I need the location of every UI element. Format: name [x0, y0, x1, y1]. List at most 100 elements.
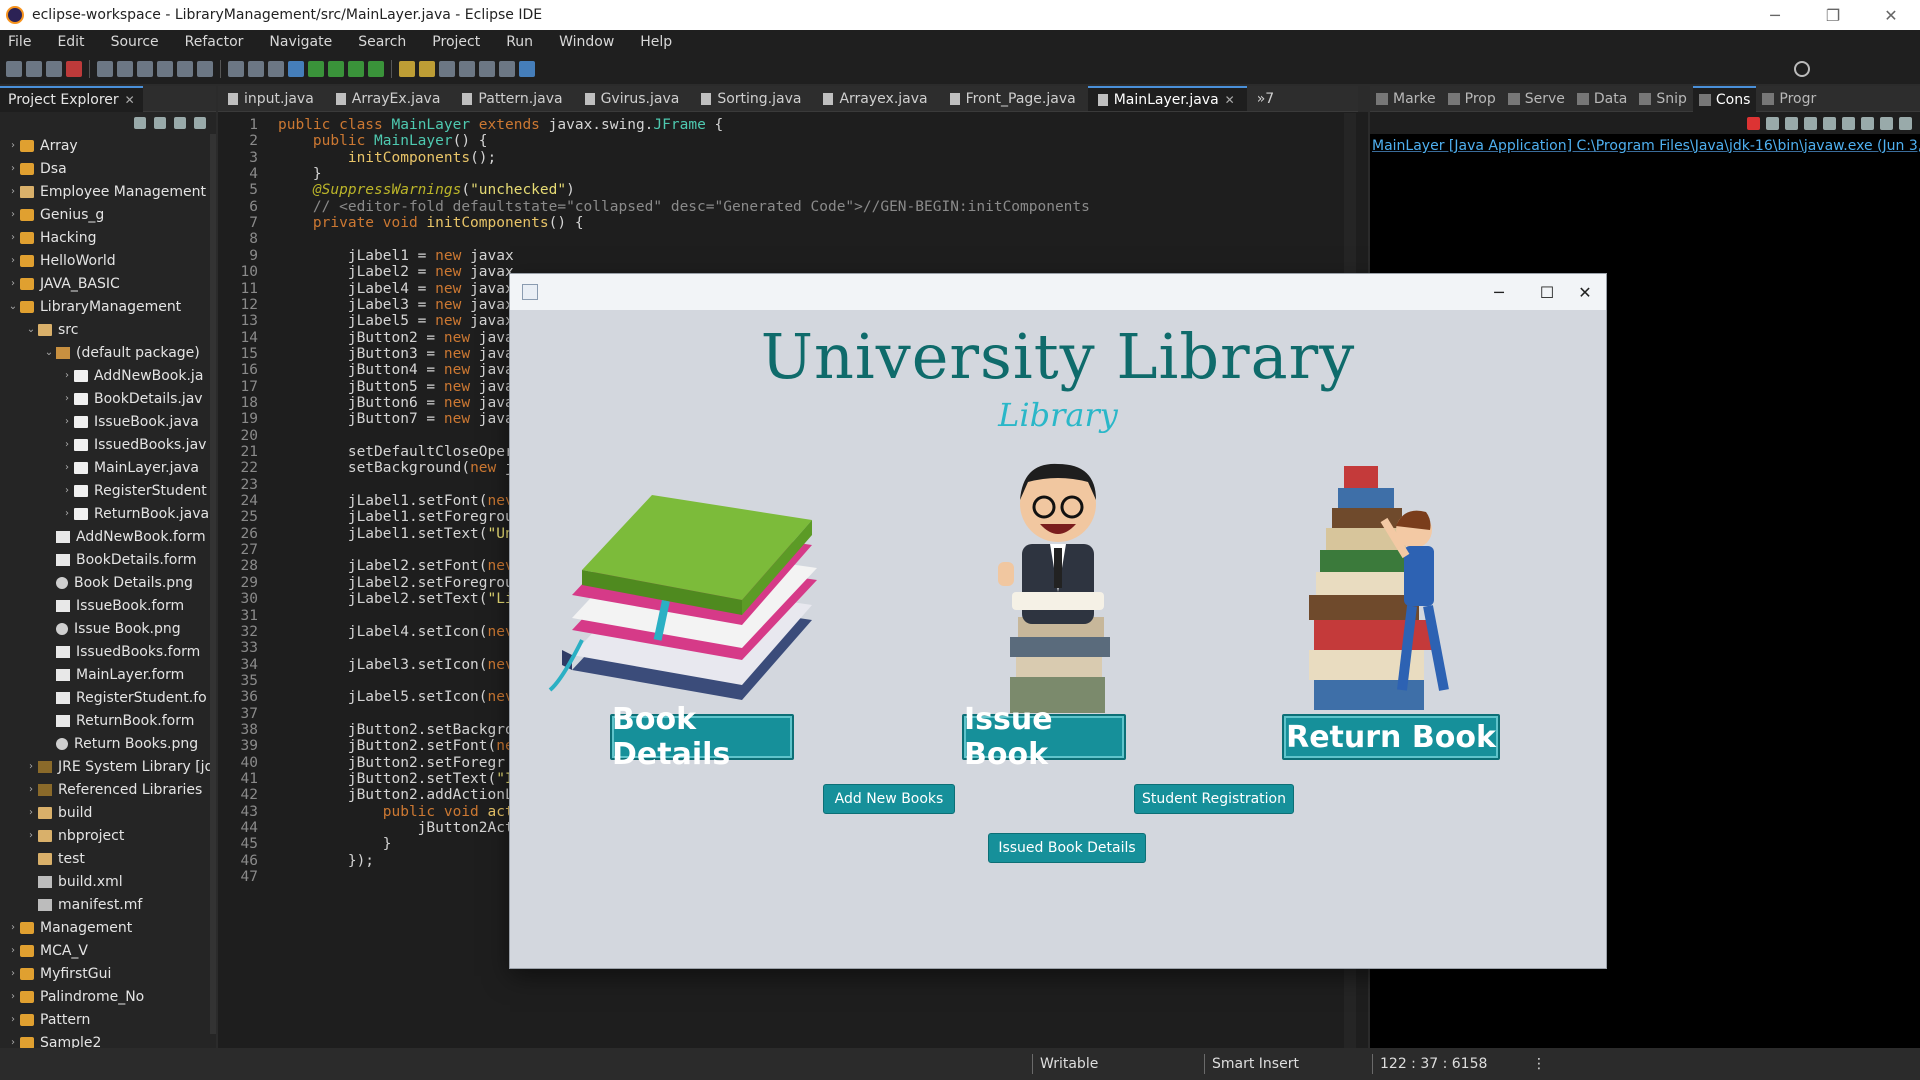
editor-tab[interactable]: Arrayex.java: [813, 86, 939, 111]
step-over-icon[interactable]: [177, 61, 193, 77]
tab-project-explorer[interactable]: Project Explorer ✕: [0, 85, 143, 112]
collapsed-chevron-icon[interactable]: ›: [60, 370, 74, 381]
collapsed-chevron-icon[interactable]: ›: [24, 807, 38, 818]
app-minimize-icon[interactable]: ─: [1484, 280, 1514, 304]
menu-item-edit[interactable]: Edit: [49, 34, 94, 50]
tree-item[interactable]: › Hacking: [0, 226, 216, 249]
debug-icon[interactable]: [308, 61, 324, 77]
step-return-icon[interactable]: [197, 61, 213, 77]
menu-item-file[interactable]: File: [0, 34, 41, 50]
step-into-icon[interactable]: [157, 61, 173, 77]
menu-item-source[interactable]: Source: [103, 34, 169, 50]
collapsed-chevron-icon[interactable]: ›: [6, 1037, 20, 1048]
collapsed-chevron-icon[interactable]: ›: [24, 830, 38, 841]
collapsed-chevron-icon[interactable]: ›: [6, 209, 20, 220]
view-tab[interactable]: Snip: [1633, 91, 1693, 107]
tree-item[interactable]: › IssueBook.java: [0, 410, 216, 433]
app-close-icon[interactable]: ✕: [1570, 280, 1600, 304]
collapsed-chevron-icon[interactable]: ›: [6, 945, 20, 956]
tree-item[interactable]: › HelloWorld: [0, 249, 216, 272]
tree-item[interactable]: Book Details.png: [0, 571, 216, 594]
stop-icon[interactable]: [66, 61, 82, 77]
expanded-chevron-icon[interactable]: ⌄: [6, 301, 20, 312]
editor-tab[interactable]: MainLayer.java ✕: [1087, 86, 1247, 111]
menu-item-search[interactable]: Search: [350, 34, 416, 50]
tree-item[interactable]: › MCA_V: [0, 939, 216, 962]
book-details-button[interactable]: Book Details: [610, 702, 794, 772]
student-registration-button[interactable]: Student Registration: [1134, 784, 1294, 814]
view-tab[interactable]: Marke: [1370, 91, 1442, 107]
menu-item-help[interactable]: Help: [632, 34, 682, 50]
clear-console-icon[interactable]: [1804, 116, 1817, 130]
tree-item[interactable]: › RegisterStudent: [0, 479, 216, 502]
tree-item[interactable]: build.xml: [0, 870, 216, 893]
collapsed-chevron-icon[interactable]: ›: [60, 416, 74, 427]
collapsed-chevron-icon[interactable]: ›: [24, 784, 38, 795]
collapsed-chevron-icon[interactable]: ›: [6, 232, 20, 243]
tree-item[interactable]: › IssuedBooks.jav: [0, 433, 216, 456]
tree-item[interactable]: ⌄ LibraryManagement: [0, 295, 216, 318]
view-tab[interactable]: Data: [1571, 91, 1633, 107]
display-console-icon[interactable]: [1880, 116, 1893, 130]
editor-tab[interactable]: Sorting.java: [691, 86, 813, 111]
open-console-icon[interactable]: [1899, 116, 1912, 130]
back-icon[interactable]: [479, 61, 495, 77]
new-icon[interactable]: [6, 61, 22, 77]
close-tab-icon[interactable]: ✕: [125, 93, 135, 107]
close-tab-icon[interactable]: ✕: [1225, 93, 1235, 107]
editor-tab[interactable]: Pattern.java: [452, 86, 574, 111]
issue-book-button[interactable]: Issue Book: [962, 702, 1126, 772]
tree-item[interactable]: test: [0, 847, 216, 870]
remove-all-icon[interactable]: [1785, 116, 1798, 130]
tree-item[interactable]: › JAVA_BASIC: [0, 272, 216, 295]
collapsed-chevron-icon[interactable]: ›: [6, 255, 20, 266]
tree-item[interactable]: ⌄ src: [0, 318, 216, 341]
collapsed-chevron-icon[interactable]: ›: [6, 186, 20, 197]
tree-item[interactable]: › MainLayer.java: [0, 456, 216, 479]
add-new-books-button[interactable]: Add New Books: [823, 784, 955, 814]
close-icon[interactable]: ✕: [1862, 0, 1920, 30]
tree-item[interactable]: BookDetails.form: [0, 548, 216, 571]
word-wrap-icon[interactable]: [1842, 116, 1855, 130]
filter-icon[interactable]: [174, 117, 186, 129]
tab-overflow[interactable]: »7: [1247, 86, 1286, 111]
new-class-icon[interactable]: [268, 61, 284, 77]
coverage-icon[interactable]: [348, 61, 364, 77]
pin-editor-icon[interactable]: [519, 61, 535, 77]
collapsed-chevron-icon[interactable]: ›: [24, 761, 38, 772]
return-book-button[interactable]: Return Book: [1282, 714, 1500, 760]
tree-item[interactable]: Issue Book.png: [0, 617, 216, 640]
tree-item[interactable]: Return Books.png: [0, 732, 216, 755]
view-tab[interactable]: Serve: [1502, 91, 1571, 107]
explorer-scrollbar[interactable]: [210, 134, 216, 1034]
tree-item[interactable]: ⌄ (default package): [0, 341, 216, 364]
collapsed-chevron-icon[interactable]: ›: [6, 1014, 20, 1025]
remove-launch-icon[interactable]: [1766, 116, 1779, 130]
restore-icon[interactable]: ❐: [1804, 0, 1862, 30]
tree-item[interactable]: manifest.mf: [0, 893, 216, 916]
save-all-icon[interactable]: [46, 61, 62, 77]
tree-item[interactable]: › Employee Management: [0, 180, 216, 203]
menu-item-window[interactable]: Window: [551, 34, 624, 50]
view-tab[interactable]: Prop: [1442, 91, 1502, 107]
menu-item-project[interactable]: Project: [424, 34, 490, 50]
pin-console-icon[interactable]: [1861, 116, 1874, 130]
external-tools-icon[interactable]: [368, 61, 384, 77]
annotation-next-icon[interactable]: [439, 61, 455, 77]
terminate-icon[interactable]: [137, 61, 153, 77]
code-line[interactable]: 47: [218, 867, 278, 887]
editor-tab[interactable]: ArrayEx.java: [326, 86, 453, 111]
editor-tab[interactable]: Gvirus.java: [575, 86, 692, 111]
suspend-icon[interactable]: [117, 61, 133, 77]
run-icon[interactable]: [328, 61, 344, 77]
search-icon[interactable]: [1794, 61, 1810, 77]
terminate-console-icon[interactable]: [1747, 116, 1760, 130]
search-tool-icon[interactable]: [419, 61, 435, 77]
minimize-icon[interactable]: ─: [1746, 0, 1804, 30]
view-tab[interactable]: Progr: [1756, 91, 1822, 107]
collapsed-chevron-icon[interactable]: ›: [60, 439, 74, 450]
tree-item[interactable]: › BookDetails.jav: [0, 387, 216, 410]
tree-item[interactable]: IssueBook.form: [0, 594, 216, 617]
view-tab[interactable]: Cons: [1692, 85, 1757, 112]
expanded-chevron-icon[interactable]: ⌄: [24, 324, 38, 335]
